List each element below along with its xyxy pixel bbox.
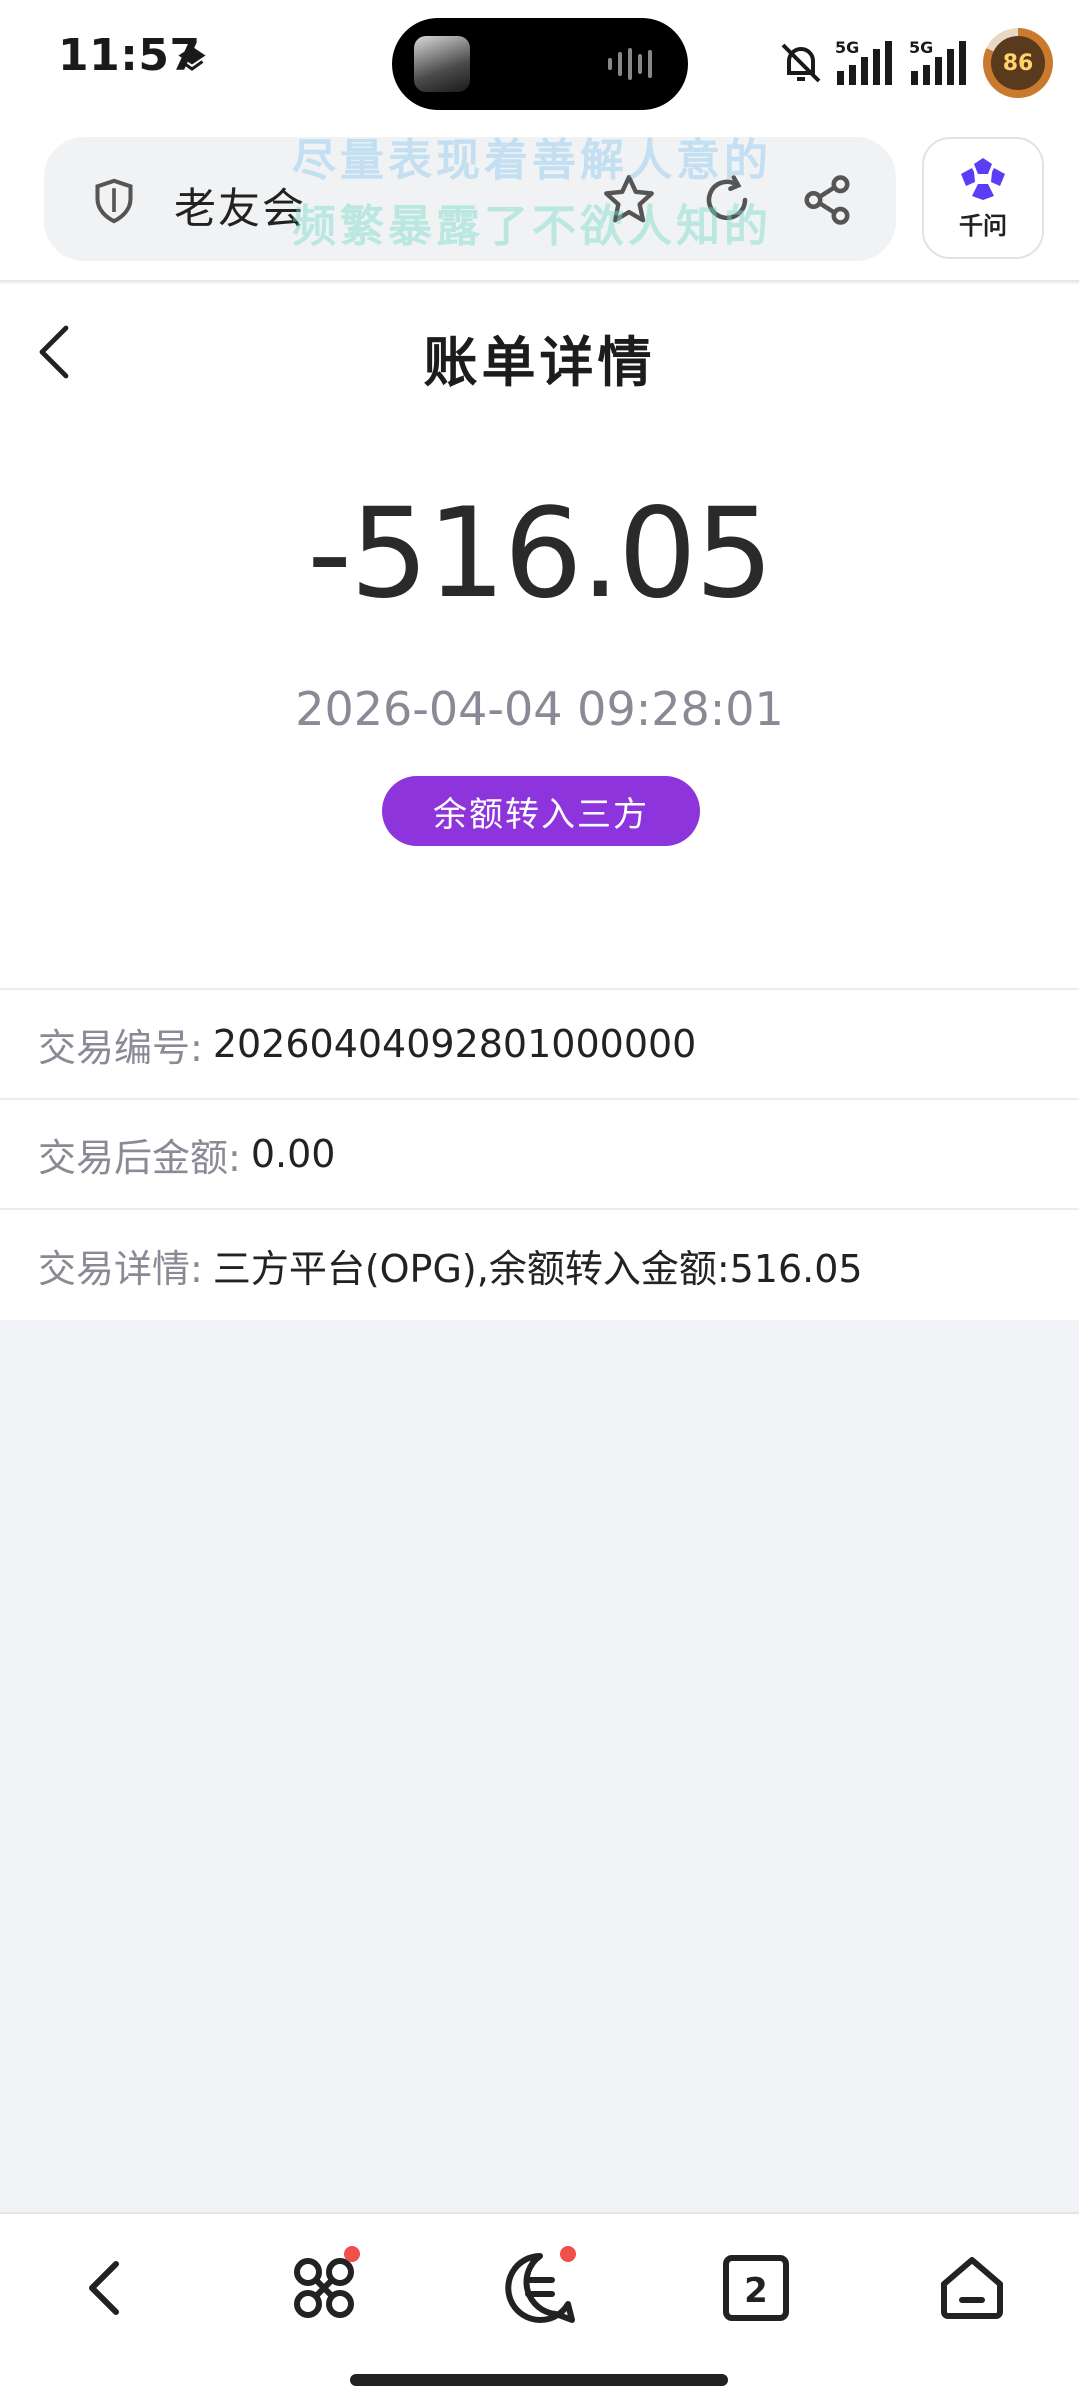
detail-row-transaction-id: 交易编号: 20260404092801000000 xyxy=(0,990,1079,1100)
status-bar: 11:57 5G 5G 86 xyxy=(0,0,1079,128)
qwen-logo-icon xyxy=(961,157,1005,200)
bottom-navigation: 2 xyxy=(0,2212,1079,2400)
nav-apps-button[interactable] xyxy=(284,2246,364,2328)
detail-row-balance-after: 交易后金额: 0.00 xyxy=(0,1100,1079,1210)
nav-back-button[interactable] xyxy=(66,2248,146,2328)
transaction-type-badge: 余额转入三方 xyxy=(382,776,700,846)
app-screen: 11:57 5G 5G 86 老友会 尽量表现着善解人意的 频繁暴露了不欲人知的… xyxy=(0,0,1079,2400)
network-label-1: 5G xyxy=(835,38,859,57)
detail-value: 0.00 xyxy=(250,1132,336,1176)
transaction-datetime: 2026-04-04 09:28:01 xyxy=(295,682,784,736)
status-icons: 5G 5G 86 xyxy=(777,28,1053,98)
detail-label: 交易后金额: xyxy=(38,1135,241,1180)
notification-dot xyxy=(560,2246,576,2262)
detail-value: 20260404092801000000 xyxy=(212,1022,697,1066)
dynamic-island[interactable] xyxy=(392,18,688,110)
silent-bell-icon xyxy=(781,43,821,83)
page-url-title[interactable]: 老友会 xyxy=(174,175,306,236)
shield-icon[interactable] xyxy=(92,177,136,225)
page-header: 账单详情 xyxy=(0,284,1079,420)
nav-tabs-button[interactable]: 2 xyxy=(716,2248,796,2328)
bill-summary: -516.05 2026-04-04 09:28:01 余额转入三方 xyxy=(0,420,1079,988)
layers-icon xyxy=(178,46,206,71)
tabs-icon: 2 xyxy=(723,2255,789,2321)
nav-messages-button[interactable] xyxy=(500,2246,580,2328)
back-icon xyxy=(89,2261,119,2315)
home-indicator[interactable] xyxy=(350,2374,728,2386)
ai-assistant-label: 千问 xyxy=(959,211,1007,240)
battery-icon: 86 xyxy=(983,28,1053,98)
share-icon[interactable] xyxy=(800,173,854,227)
detail-label: 交易编号: xyxy=(38,1025,203,1070)
home-icon xyxy=(941,2257,1003,2319)
detail-value: 三方平台(OPG),余额转入金额:516.05 xyxy=(212,1246,863,1291)
page-title: 账单详情 xyxy=(423,331,656,394)
bookmark-star-icon[interactable] xyxy=(600,171,658,229)
ai-assistant-button[interactable]: 千问 xyxy=(922,137,1044,259)
signal-5g-icon: 5G xyxy=(909,38,966,85)
detail-label: 交易详情: xyxy=(38,1246,203,1291)
network-label-2: 5G xyxy=(909,38,933,57)
transaction-amount: -516.05 xyxy=(307,482,774,626)
tab-count: 2 xyxy=(744,2271,768,2311)
transaction-details: 交易编号: 20260404092801000000 交易后金额: 0.00 交… xyxy=(0,988,1079,1320)
nav-home-button[interactable] xyxy=(932,2248,1012,2328)
reload-icon[interactable] xyxy=(700,173,754,227)
browser-toolbar: 老友会 尽量表现着善解人意的 频繁暴露了不欲人知的 千问 xyxy=(0,128,1079,282)
battery-level: 86 xyxy=(991,36,1045,90)
audio-wave-icon xyxy=(608,48,652,80)
address-bar[interactable]: 老友会 xyxy=(44,137,896,261)
signal-5g-icon: 5G xyxy=(835,38,892,85)
detail-row-description: 交易详情: 三方平台(OPG),余额转入金额:516.05 xyxy=(0,1210,1079,1320)
media-thumbnail xyxy=(414,36,470,92)
notification-dot xyxy=(344,2246,360,2262)
